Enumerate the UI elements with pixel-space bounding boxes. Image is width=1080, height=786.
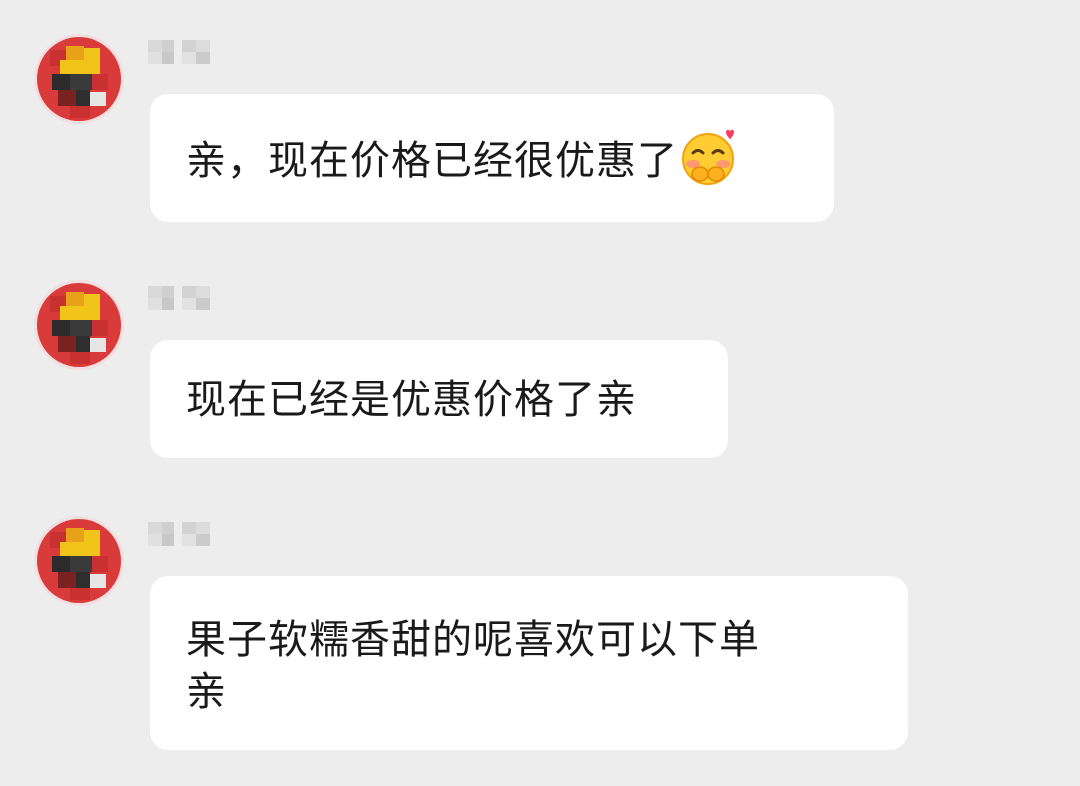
message-text-line-2: 亲 — [186, 669, 227, 715]
message-bubble[interactable]: 亲，现在价格已经很优惠了 — [150, 94, 834, 222]
sender-avatar[interactable] — [34, 280, 124, 370]
sender-name-blurred — [148, 36, 220, 72]
sender-name — [148, 318, 149, 319]
message-bubble[interactable]: 现在已经是优惠价格了亲 — [150, 340, 728, 458]
sender-name — [148, 72, 149, 73]
message-bubble[interactable]: 果子软糯香甜的呢喜欢可以下单 亲 — [150, 576, 908, 750]
message-text: 亲，现在价格已经很优惠了 — [186, 138, 678, 184]
sender-name — [148, 554, 149, 555]
pixelated-avatar-icon — [34, 516, 124, 606]
message-text: 现在已经是优惠价格了亲 — [186, 377, 637, 423]
pixelated-avatar-icon — [34, 34, 124, 124]
sender-name-blurred — [148, 282, 220, 318]
sender-avatar[interactable] — [34, 516, 124, 606]
pixelated-avatar-icon — [34, 280, 124, 370]
sender-avatar[interactable] — [34, 34, 124, 124]
blushing-smile-heart-emoji — [680, 128, 738, 186]
sender-name-blurred — [148, 518, 220, 554]
message-text-line-1: 果子软糯香甜的呢喜欢可以下单 — [186, 617, 760, 663]
